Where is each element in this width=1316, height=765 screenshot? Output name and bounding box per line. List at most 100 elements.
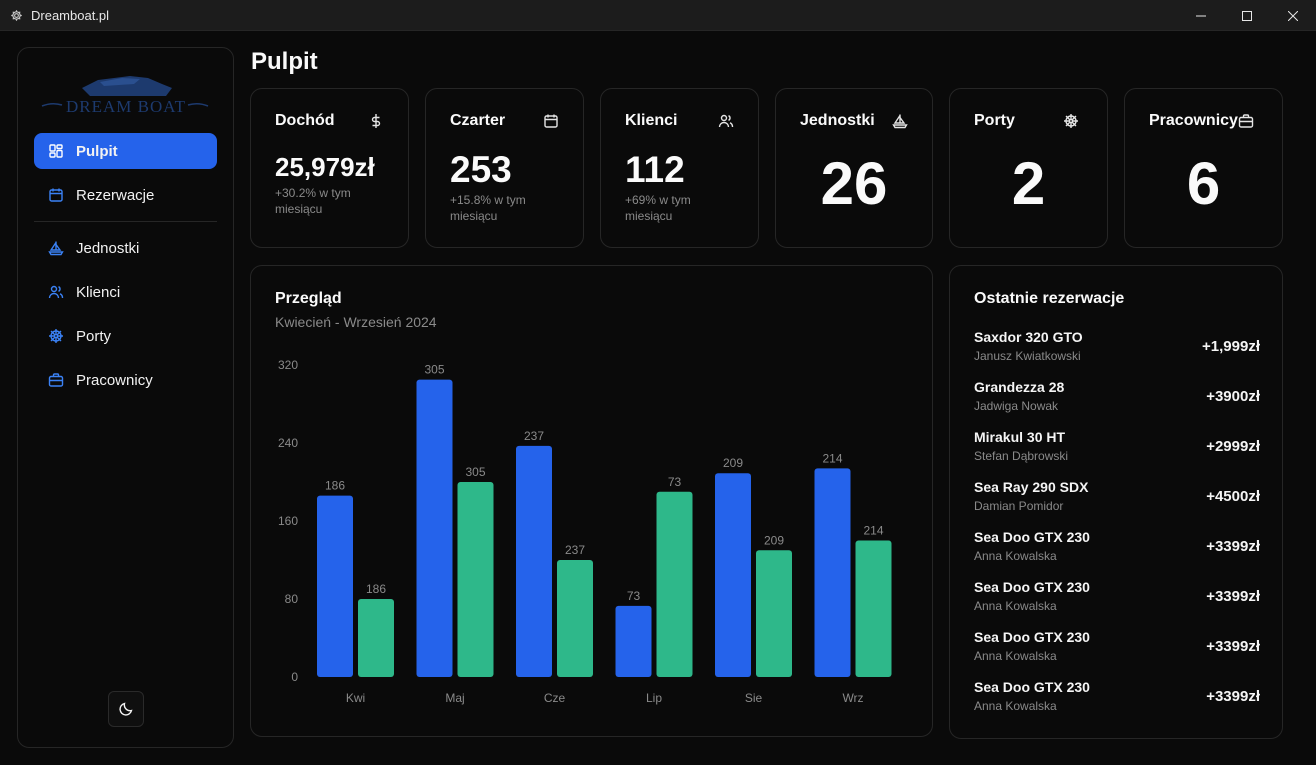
reservation-client: Jadwiga Nowak xyxy=(974,399,1059,413)
reservation-row[interactable]: Sea Ray 290 SDX Damian Pomidor +4500zł xyxy=(974,479,1260,519)
reservation-client: Anna Kowalska xyxy=(974,549,1057,563)
card-value: 25,979zł xyxy=(275,152,375,182)
bar-value-label: 209 xyxy=(723,456,743,470)
chart-bar xyxy=(656,491,693,677)
card-title: Czarter xyxy=(450,112,506,129)
reservation-amount: +3399zł xyxy=(1206,638,1260,655)
reservation-row[interactable]: Mirakul 30 HT Stefan Dąbrowski +2999zł xyxy=(974,429,1260,469)
sidebar-item-label: Rezerwacje xyxy=(76,186,155,204)
svg-text:DREAM BOAT: DREAM BOAT xyxy=(66,97,186,116)
reservation-row[interactable]: Sea Doo GTX 230 Anna Kowalska +3399zł xyxy=(974,629,1260,669)
chart-bar xyxy=(317,495,353,677)
chart-bar xyxy=(615,605,652,677)
sidebar-item-klienci[interactable]: Klienci xyxy=(34,274,217,310)
users-icon xyxy=(48,284,64,300)
sidebar-item-label: Pulpit xyxy=(76,142,118,160)
chart-bar xyxy=(516,445,552,677)
bar-value-label: 214 xyxy=(863,524,883,538)
chart-bar xyxy=(756,550,792,677)
dreamboat-logo[interactable]: DREAM BOAT xyxy=(38,66,214,120)
card-title: Jednostki xyxy=(800,112,875,129)
title-bar: Dreamboat.pl xyxy=(0,0,1316,31)
reservation-row[interactable]: Saxdor 320 GTO Janusz Kwiatkowski +1,999… xyxy=(974,329,1260,369)
x-tick-label: Lip xyxy=(646,691,662,705)
reservation-client: Damian Pomidor xyxy=(974,499,1064,513)
briefcase-icon xyxy=(1238,113,1254,129)
bar-value-label: 73 xyxy=(668,475,682,489)
y-tick-label: 0 xyxy=(291,670,298,684)
card-title: Pracownicy xyxy=(1149,112,1238,129)
card-subtext: +15.8% w tym miesiącu xyxy=(450,193,526,223)
card-value: 26 xyxy=(820,150,888,217)
ship-wheel-icon xyxy=(48,328,64,344)
reservation-amount: +3399zł xyxy=(1206,538,1260,555)
reservation-row[interactable]: Sea Doo GTX 230 Anna Kowalska +3399zł xyxy=(974,679,1260,719)
page-title: Pulpit xyxy=(251,48,318,75)
reservation-boat: Sea Doo GTX 230 xyxy=(974,679,1090,695)
bar-value-label: 73 xyxy=(627,589,641,603)
sidebar: DREAM BOAT Pulpit Rezerwacje Jednostki K… xyxy=(17,47,234,748)
sidebar-item-pulpit[interactable]: Pulpit xyxy=(34,133,217,169)
sailboat-icon xyxy=(48,240,64,256)
maximize-button[interactable] xyxy=(1224,0,1270,31)
stat-card-porty: Porty 2 xyxy=(949,88,1108,248)
bar-value-label: 237 xyxy=(524,429,544,443)
y-tick-label: 160 xyxy=(278,514,298,528)
bar-value-label: 305 xyxy=(465,465,485,479)
card-value: 112 xyxy=(625,149,685,190)
recent-reservations-panel: Ostatnie rezerwacje Saxdor 320 GTO Janus… xyxy=(949,265,1283,739)
reservation-amount: +3900zł xyxy=(1206,388,1260,405)
chart-bar xyxy=(416,379,453,677)
stat-card-dochod: Dochód 25,979zł +30.2% w tym miesiącu xyxy=(250,88,409,248)
chart-bar xyxy=(557,560,593,677)
card-title: Dochód xyxy=(275,112,335,129)
sidebar-item-jednostki[interactable]: Jednostki xyxy=(34,230,217,266)
sidebar-item-pracownicy[interactable]: Pracownicy xyxy=(34,362,217,398)
card-subtext: +69% w tym miesiącu xyxy=(625,193,691,223)
reservation-row[interactable]: Grandezza 28 Jadwiga Nowak +3900zł xyxy=(974,379,1260,419)
maximize-icon xyxy=(1242,10,1252,21)
minimize-button[interactable] xyxy=(1178,0,1224,31)
sidebar-item-label: Pracownicy xyxy=(76,371,153,389)
theme-toggle-button[interactable] xyxy=(108,691,144,727)
reservation-boat: Sea Ray 290 SDX xyxy=(974,479,1089,495)
reservation-boat: Sea Doo GTX 230 xyxy=(974,629,1090,645)
chart-bar xyxy=(855,540,892,677)
card-value: 2 xyxy=(1011,150,1046,217)
app-gear-icon xyxy=(10,9,23,22)
reservation-row[interactable]: Sea Doo GTX 230 Anna Kowalska +3399zł xyxy=(974,579,1260,619)
y-tick-label: 80 xyxy=(285,592,299,606)
sidebar-item-rezerwacje[interactable]: Rezerwacje xyxy=(34,177,217,213)
window-title: Dreamboat.pl xyxy=(31,7,110,23)
sidebar-item-porty[interactable]: Porty xyxy=(34,318,217,354)
x-tick-label: Cze xyxy=(544,691,566,705)
x-tick-label: Kwi xyxy=(346,691,365,705)
stat-card-klienci: Klienci 112 +69% w tym miesiącu xyxy=(600,88,759,248)
bar-value-label: 237 xyxy=(565,543,585,557)
reservation-client: Anna Kowalska xyxy=(974,649,1057,663)
sidebar-item-label: Klienci xyxy=(76,283,121,301)
x-tick-label: Wrz xyxy=(842,691,863,705)
reservation-client: Anna Kowalska xyxy=(974,599,1057,613)
reservation-row[interactable]: Sea Doo GTX 230 Anna Kowalska +3399zł xyxy=(974,529,1260,569)
moon-icon xyxy=(118,701,134,717)
sidebar-item-label: Jednostki xyxy=(76,239,140,257)
dollar-icon xyxy=(368,113,384,129)
chart-bar xyxy=(814,468,851,677)
bar-value-label: 214 xyxy=(822,451,842,465)
reservation-client: Janusz Kwiatkowski xyxy=(974,349,1081,363)
stat-card-czarter: Czarter 253 +15.8% w tym miesiącu xyxy=(425,88,584,248)
reservation-client: Stefan Dąbrowski xyxy=(974,449,1069,463)
bar-value-label: 186 xyxy=(366,582,386,596)
sidebar-divider xyxy=(34,221,217,222)
users-icon xyxy=(718,113,734,129)
y-tick-label: 240 xyxy=(278,436,298,450)
overview-panel: Przegląd Kwiecień - Wrzesień 2024 0 80 160… xyxy=(250,265,933,737)
reservation-client: Anna Kowalska xyxy=(974,699,1057,713)
y-tick-label: 320 xyxy=(278,358,298,372)
reservation-boat: Sea Doo GTX 230 xyxy=(974,579,1090,595)
close-button[interactable] xyxy=(1270,0,1316,31)
reservation-boat: Mirakul 30 HT xyxy=(974,429,1066,445)
reservation-amount: +1,999zł xyxy=(1202,338,1260,355)
overview-bar-chart: 0 80 160 240 320 186 186 Kwi 305 305 Maj 237 237 Cze 7… xyxy=(278,358,892,705)
